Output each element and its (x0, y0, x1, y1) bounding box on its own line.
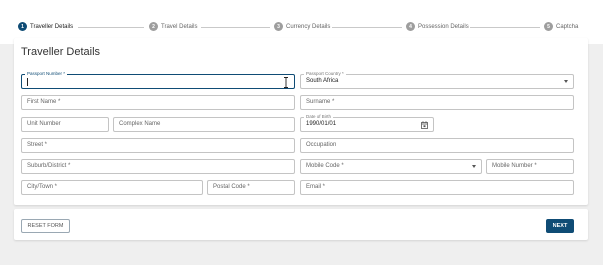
street-placeholder: Street * (27, 142, 48, 148)
passport-number-label: Passport Number * (25, 71, 68, 77)
next-button[interactable]: NEXT (546, 219, 574, 233)
date-of-birth-value: 1990/01/01 (306, 121, 337, 127)
complex-name-field[interactable]: Complex Name (113, 117, 295, 132)
passport-country-label: Passport Country * (304, 71, 346, 77)
postal-code-field[interactable]: Postal Code * (207, 180, 295, 195)
mobile-number-field[interactable]: Mobile Number * (486, 159, 574, 174)
city-placeholder: City/Town * (27, 184, 58, 190)
step-travel-details[interactable]: 2 Travel Details (149, 22, 197, 31)
step-label: Captcha (556, 23, 579, 30)
surname-field[interactable]: Surname * (300, 95, 574, 110)
step-connector (332, 27, 402, 28)
unit-number-field[interactable]: Unit Number (21, 117, 109, 132)
reset-form-button[interactable]: RESET FORM (21, 219, 70, 233)
ibeam-cursor-icon (284, 77, 288, 88)
step-connector (78, 27, 144, 28)
passport-country-select[interactable]: Passport Country * South Africa (300, 71, 574, 89)
step-number: 2 (149, 22, 158, 31)
step-traveller-details[interactable]: 1 Traveller Details (18, 22, 73, 31)
form-footer (14, 209, 588, 240)
first-name-placeholder: First Name * (27, 99, 61, 105)
date-of-birth-label: Date of Birth (304, 114, 334, 120)
passport-country-value: South Africa (306, 78, 339, 84)
mobile-number-placeholder: Mobile Number * (492, 163, 537, 169)
step-number: 1 (18, 22, 27, 31)
step-label: Possession Details (418, 23, 469, 30)
city-field[interactable]: City/Town * (21, 180, 203, 195)
chevron-down-icon (564, 80, 568, 83)
step-currency-details[interactable]: 3 Currency Details (274, 22, 330, 31)
step-captcha[interactable]: 5 Captcha (544, 22, 578, 31)
page-title: Traveller Details (21, 46, 101, 58)
text-caret (27, 78, 28, 86)
unit-number-placeholder: Unit Number (27, 121, 61, 127)
step-number: 5 (544, 22, 553, 31)
date-of-birth-field[interactable]: Date of Birth 1990/01/01 (300, 114, 434, 132)
passport-number-field[interactable]: Passport Number * (21, 71, 295, 89)
occupation-placeholder: Occupation (306, 142, 337, 148)
step-label: Traveller Details (30, 23, 74, 30)
email-placeholder: Email * (306, 184, 326, 190)
suburb-field[interactable]: Suburb/District * (21, 159, 295, 174)
step-connector (470, 27, 540, 28)
postal-code-placeholder: Postal Code * (213, 184, 250, 190)
step-number: 3 (274, 22, 283, 31)
step-number: 4 (406, 22, 415, 31)
complex-name-placeholder: Complex Name (119, 121, 161, 127)
calendar-icon[interactable] (421, 121, 428, 129)
step-possession-details[interactable]: 4 Possession Details (406, 22, 469, 31)
occupation-field[interactable]: Occupation (300, 138, 574, 153)
step-label: Currency Details (286, 23, 331, 30)
surname-placeholder: Surname * (306, 99, 335, 105)
mobile-code-select[interactable]: Mobile Code * (300, 159, 482, 174)
mobile-code-placeholder: Mobile Code * (306, 163, 344, 169)
step-label: Travel Details (161, 23, 198, 30)
street-field[interactable]: Street * (21, 138, 295, 153)
first-name-field[interactable]: First Name * (21, 95, 295, 110)
suburb-placeholder: Suburb/District * (27, 163, 71, 169)
email-field[interactable]: Email * (300, 180, 574, 195)
chevron-down-icon (472, 165, 476, 168)
step-connector (201, 27, 270, 28)
